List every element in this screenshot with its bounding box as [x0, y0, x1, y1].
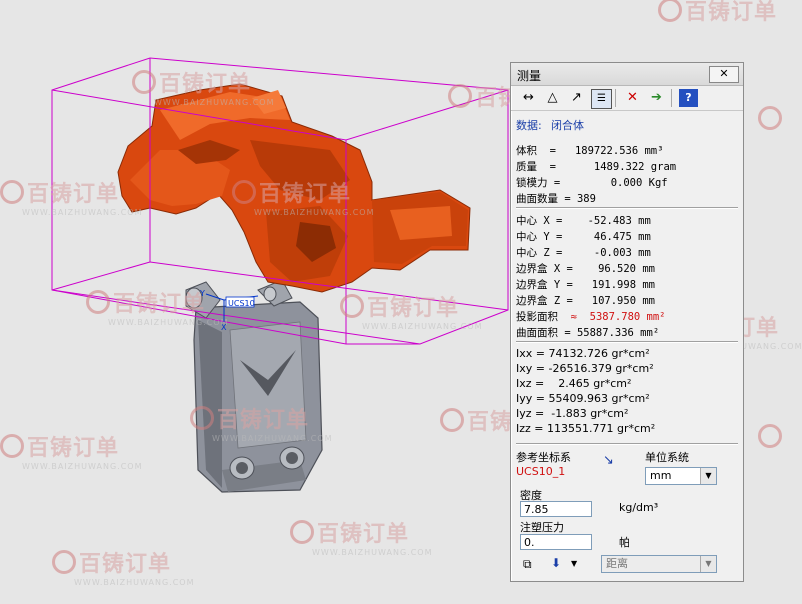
surface-area-row: 曲面面积 = 55887.336 mm² [516, 327, 660, 339]
inertia-row: Ixx = 74132.726 gr*cm² [516, 347, 650, 360]
ref-coord-value[interactable]: UCS10_1 [516, 465, 565, 478]
density-unit: kg/dm³ [619, 501, 659, 514]
panel-title: 测量 [517, 69, 542, 83]
copy-icon[interactable]: ⧉ [523, 557, 532, 572]
help-icon[interactable]: ? [679, 89, 698, 107]
chevron-down-icon: ▼ [700, 556, 716, 572]
summary-row: 质量 = 1489.322 gram [516, 161, 677, 173]
ref-coord-label: 参考坐标系 [516, 451, 571, 464]
pick-coord-icon[interactable]: ↘ [603, 453, 614, 468]
inertia-row: Ixz = 2.465 gr*cm² [516, 377, 632, 390]
divider [516, 341, 738, 343]
summary-row: 体积 = 189722.536 mm³ [516, 145, 664, 157]
inertia-row: Ixy = -26516.379 gr*cm² [516, 362, 654, 375]
triangle-icon[interactable]: △ [543, 89, 562, 107]
grey-bracket-part[interactable] [185, 279, 323, 493]
summary-row: 锁模力 = 0.000 Kgf [516, 177, 668, 189]
inertia-row: Iyz = -1.883 gr*cm² [516, 407, 629, 420]
geometry-row: 边界盒 Z = 107.950 mm [516, 295, 655, 307]
close-button[interactable]: ✕ [709, 66, 739, 83]
save-dropdown-icon[interactable]: ▼ [571, 559, 577, 568]
inertia-row: Iyy = 55409.963 gr*cm² [516, 392, 650, 405]
toolbar-separator [615, 89, 616, 107]
axis-x-label: X [221, 323, 227, 332]
save-icon[interactable]: ⬇ [551, 556, 561, 570]
data-label: 数据: [516, 119, 542, 132]
projected-area-row: 投影面积 ≈ 5387.780 mm² [516, 311, 666, 323]
unit-system-label: 单位系统 [645, 451, 689, 464]
angle-icon[interactable]: ↗ [567, 89, 586, 107]
pressure-input[interactable]: 0. [520, 534, 592, 550]
delete-icon[interactable]: ✕ [623, 89, 642, 107]
geometry-row: 中心 Y = 46.475 mm [516, 231, 651, 243]
distance-icon[interactable]: ↔ [519, 89, 538, 107]
pressure-unit: 帕 [619, 536, 630, 549]
summary-row: 曲面数量 = 389 [516, 193, 596, 205]
panel-toolbar: ↔ △ ↗ ☰ ✕ ➔ ? [511, 86, 743, 111]
distance-select[interactable]: 距离 ▼ [601, 555, 717, 573]
ucs-label: UCS10 [228, 299, 255, 308]
geometry-row: 中心 Z = -0.003 mm [516, 247, 651, 259]
chevron-down-icon: ▼ [700, 468, 716, 484]
data-value: 闭合体 [551, 119, 584, 132]
divider [516, 207, 738, 209]
unit-select[interactable]: mm ▼ [645, 467, 717, 485]
geometry-row: 边界盒 Y = 191.998 mm [516, 279, 655, 291]
pressure-label: 注塑压力 [520, 521, 564, 534]
density-input[interactable]: 7.85 [520, 501, 592, 517]
panel-titlebar[interactable]: 测量 ✕ [511, 63, 743, 86]
measure-panel[interactable]: 测量 ✕ ↔ △ ↗ ☰ ✕ ➔ ? 数据: 闭合体 体积 = 189722.5… [510, 62, 744, 582]
export-icon[interactable]: ➔ [647, 89, 666, 107]
toolbar-separator [671, 89, 672, 107]
divider [516, 443, 738, 445]
geometry-row: 中心 X = -52.483 mm [516, 215, 651, 227]
geometry-row: 边界盒 X = 96.520 mm [516, 263, 655, 275]
properties-icon[interactable]: ☰ [591, 89, 612, 109]
orange-cast-part[interactable] [117, 83, 471, 293]
axis-y-label: Y [199, 289, 205, 298]
inertia-row: Izz = 113551.771 gr*cm² [516, 422, 656, 435]
